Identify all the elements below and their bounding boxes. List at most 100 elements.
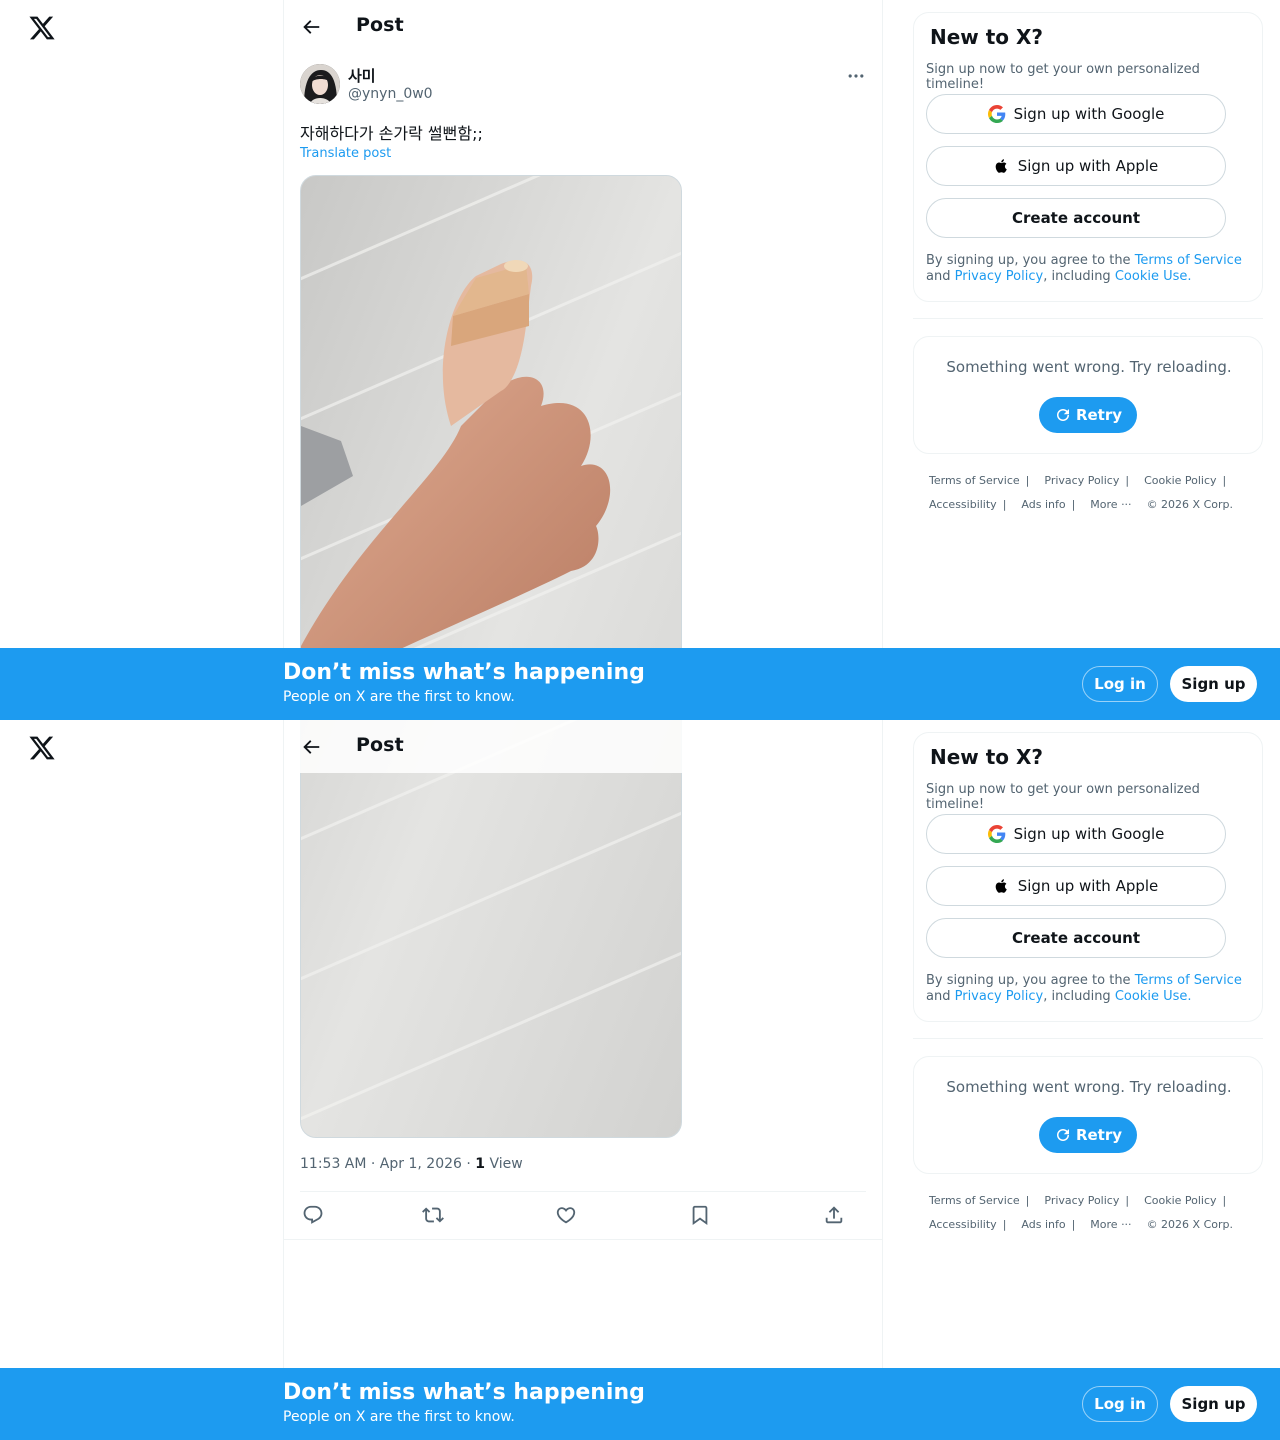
back-arrow-icon[interactable] — [300, 736, 322, 758]
signup-card: New to X? Sign up now to get your own pe… — [913, 12, 1263, 302]
footer-privacy-link[interactable]: Privacy Policy — [1044, 1194, 1119, 1207]
share-icon — [825, 1206, 843, 1224]
banner-login-button[interactable]: Log in — [1082, 1386, 1158, 1422]
signup-google-button[interactable]: Sign up with Google — [926, 814, 1226, 854]
repost-button[interactable] — [420, 1202, 446, 1228]
footer-accessibility-link[interactable]: Accessibility — [929, 1218, 997, 1231]
viewport-frame-bottom: Post 11:53 AM · Apr 1, 2026 · 1 View New… — [0, 720, 1280, 1440]
meta-divider — [300, 1191, 866, 1192]
create-account-button[interactable]: Create account — [926, 918, 1226, 958]
error-message: Something went wrong. Try reloading. — [946, 1078, 1232, 1096]
views-count: 1 — [475, 1156, 486, 1172]
page-title: Post — [356, 734, 404, 756]
thumbs-up-photo — [301, 720, 681, 1137]
legal-prefix: By signing up, you agree to the — [926, 253, 1131, 268]
create-account-button[interactable]: Create account — [926, 198, 1226, 238]
footer-separator: | — [1125, 474, 1130, 487]
footer-terms-link[interactable]: Terms of Service — [929, 1194, 1020, 1207]
post-timestamp[interactable]: 11:53 AM · Apr 1, 2026 — [300, 1156, 462, 1172]
x-logo-icon[interactable] — [28, 14, 56, 42]
banner-signup-button[interactable]: Sign up — [1170, 1386, 1257, 1422]
footer-terms-link[interactable]: Terms of Service — [929, 474, 1020, 487]
bookmark-icon — [692, 1205, 708, 1226]
signup-google-button[interactable]: Sign up with Google — [926, 94, 1226, 134]
signup-legal-text: By signing up, you agree to the Terms of… — [926, 253, 1251, 285]
footer-privacy-link[interactable]: Privacy Policy — [1044, 474, 1119, 487]
banner-signup-button[interactable]: Sign up — [1170, 666, 1257, 702]
reply-button[interactable] — [300, 1202, 326, 1228]
privacy-link[interactable]: Privacy Policy — [955, 989, 1044, 1004]
bookmark-button[interactable] — [687, 1202, 713, 1228]
page-title: Post — [356, 14, 404, 36]
avatar[interactable] — [300, 64, 340, 104]
apple-icon — [995, 159, 1007, 173]
footer-separator: | — [1071, 1218, 1076, 1231]
refresh-icon — [1056, 1129, 1069, 1141]
footer-separator: | — [1222, 474, 1227, 487]
post-meta: 11:53 AM · Apr 1, 2026 · 1 View — [300, 1156, 523, 1172]
post-media-image[interactable] — [300, 720, 682, 1138]
more-icon[interactable] — [846, 66, 866, 86]
retry-button[interactable]: Retry — [1039, 1117, 1137, 1153]
footer-more-link[interactable]: More ··· — [1090, 1218, 1131, 1231]
apple-icon — [995, 879, 1007, 893]
reply-icon — [303, 1205, 323, 1224]
viewport-frame-top: Post 사미 @ynyn_0w0 자해하다가 손가락 썰뻔함;; Transl… — [0, 0, 1280, 720]
banner-subtitle: People on X are the first to know. — [283, 1409, 515, 1425]
signup-apple-button[interactable]: Sign up with Apple — [926, 146, 1226, 186]
signup-apple-button[interactable]: Sign up with Apple — [926, 866, 1226, 906]
footer-copyright: © 2026 X Corp. — [1146, 1218, 1233, 1231]
banner-login-button[interactable]: Log in — [1082, 666, 1158, 702]
cookie-use-link[interactable]: Cookie Use. — [1115, 269, 1192, 284]
terms-link[interactable]: Terms of Service — [1135, 253, 1242, 268]
banner-subtitle: People on X are the first to know. — [283, 689, 515, 705]
display-name[interactable]: 사미 — [348, 65, 376, 86]
banner-title: Don’t miss what’s happening — [283, 1380, 645, 1405]
post-actions — [300, 1202, 866, 1228]
signup-google-label: Sign up with Google — [1013, 105, 1165, 123]
footer-cookie-link[interactable]: Cookie Policy — [1144, 1194, 1216, 1207]
share-button[interactable] — [821, 1202, 847, 1228]
refresh-icon — [1056, 409, 1069, 421]
google-icon — [987, 825, 1005, 843]
footer-separator: | — [1125, 1194, 1130, 1207]
retry-button[interactable]: Retry — [1039, 397, 1137, 433]
back-arrow-icon[interactable] — [300, 16, 322, 38]
privacy-link[interactable]: Privacy Policy — [955, 269, 1044, 284]
footer-ads-link[interactable]: Ads info — [1021, 1218, 1065, 1231]
cookie-use-link[interactable]: Cookie Use. — [1115, 989, 1192, 1004]
footer-separator: | — [1002, 1218, 1007, 1231]
translate-post-link[interactable]: Translate post — [300, 146, 391, 161]
main-column: Post 사미 @ynyn_0w0 자해하다가 손가락 썰뻔함;; Transl… — [283, 0, 883, 720]
signup-card: New to X? Sign up now to get your own pe… — [913, 732, 1263, 1022]
legal-and: and — [926, 269, 951, 284]
like-button[interactable] — [553, 1202, 579, 1228]
trends-error-card: Something went wrong. Try reloading. Ret… — [913, 336, 1263, 454]
terms-link[interactable]: Terms of Service — [1135, 973, 1242, 988]
footer-copyright: © 2026 X Corp. — [1146, 498, 1233, 511]
footer-ads-link[interactable]: Ads info — [1021, 498, 1065, 511]
retry-label: Retry — [1075, 1126, 1123, 1144]
footer-separator: | — [1025, 1194, 1030, 1207]
post-text: 자해하다가 손가락 썰뻔함;; — [300, 124, 483, 143]
top-bar: Post — [284, 720, 882, 773]
google-icon — [987, 105, 1005, 123]
footer-accessibility-link[interactable]: Accessibility — [929, 498, 997, 511]
trends-error-card: Something went wrong. Try reloading. Ret… — [913, 1056, 1263, 1174]
signup-apple-label: Sign up with Apple — [1017, 157, 1159, 175]
sidebar-divider — [913, 318, 1263, 319]
legal-prefix: By signing up, you agree to the — [926, 973, 1131, 988]
x-logo-icon[interactable] — [28, 734, 56, 762]
footer-links: Terms of Service | Privacy Policy | Cookie… — [929, 1193, 1249, 1241]
signup-subtitle: Sign up now to get your own personalized… — [926, 62, 1200, 92]
footer-more-link[interactable]: More ··· — [1090, 498, 1131, 511]
legal-including: , including — [1043, 269, 1111, 284]
like-icon — [556, 1207, 576, 1224]
signup-google-label: Sign up with Google — [1013, 825, 1165, 843]
avatar-image — [300, 64, 340, 104]
user-handle[interactable]: @ynyn_0w0 — [348, 86, 433, 102]
footer-cookie-link[interactable]: Cookie Policy — [1144, 474, 1216, 487]
post-media-image[interactable] — [300, 175, 682, 720]
legal-including: , including — [1043, 989, 1111, 1004]
views-label: View — [489, 1156, 523, 1172]
